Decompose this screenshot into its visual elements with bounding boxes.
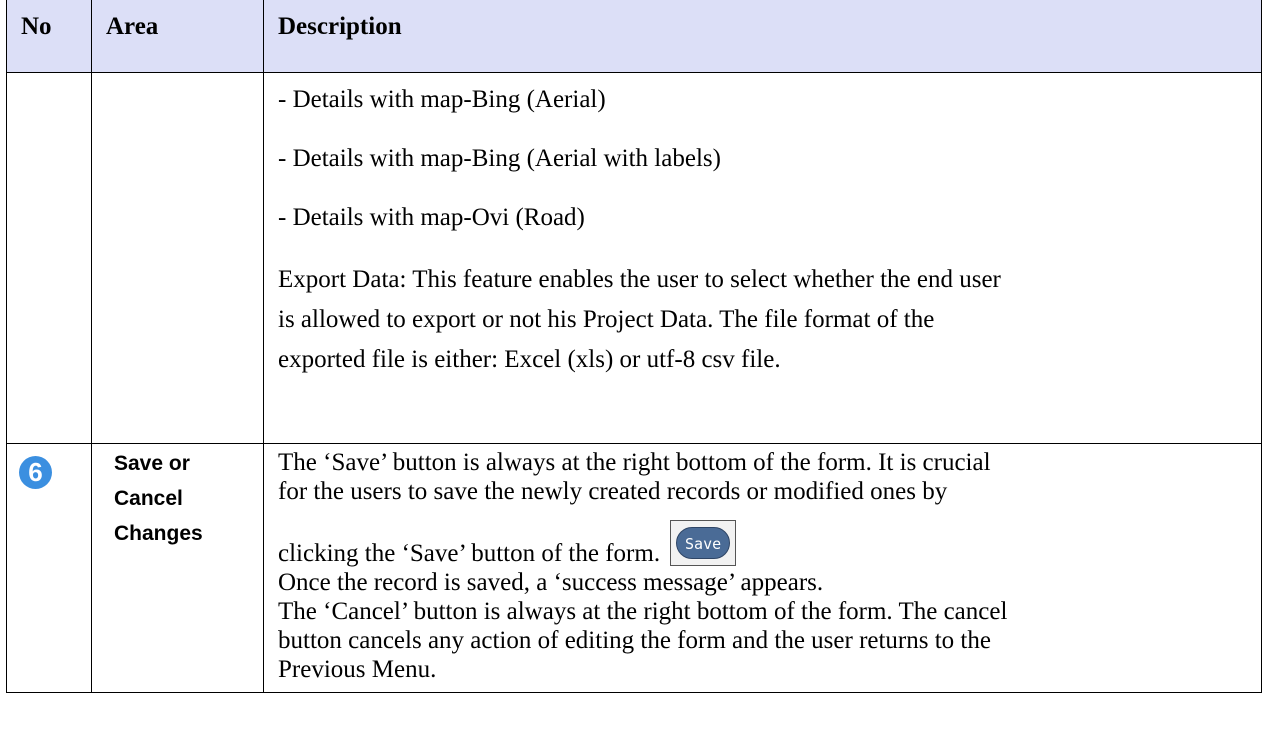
header-area: Area — [91, 0, 264, 73]
save-button: Save — [676, 527, 731, 559]
step-number-badge: 6 — [19, 456, 52, 489]
area-label-line: Save or — [114, 452, 190, 475]
description-line: for the users to save the newly created … — [278, 478, 948, 505]
cell-area-empty — [91, 72, 264, 444]
map-option-line: - Details with map-Bing (Aerial) — [278, 86, 606, 113]
description-line: button cancels any action of editing the… — [278, 627, 991, 654]
cell-area: Save or Cancel Changes — [91, 443, 264, 693]
description-line: clicking the ‘Save’ button of the form. — [278, 540, 661, 567]
cell-no-empty — [6, 72, 92, 444]
table-row: - Details with map-Bing (Aerial) - Detai… — [6, 72, 1262, 444]
export-data-line: Export Data: This feature enables the us… — [278, 266, 1001, 293]
table-row: 6 Save or Cancel Changes The ‘Save’ butt… — [6, 443, 1262, 693]
description-line: The ‘Save’ button is always at the right… — [278, 449, 991, 476]
header-no: No — [6, 0, 92, 73]
table-header-row: No Area Description — [6, 0, 1262, 73]
export-data-line: is allowed to export or not his Project … — [278, 306, 935, 333]
export-data-line: exported file is either: Excel (xls) or … — [278, 346, 781, 373]
description-line: The ‘Cancel’ button is always at the rig… — [278, 598, 1008, 625]
description-table: No Area Description - Details with map-B… — [6, 0, 1262, 693]
cell-description: The ‘Save’ button is always at the right… — [263, 443, 1262, 693]
cell-description: - Details with map-Bing (Aerial) - Detai… — [263, 72, 1262, 444]
description-line: Previous Menu. — [278, 656, 437, 683]
area-label-line: Changes — [114, 522, 203, 545]
map-option-line: - Details with map-Bing (Aerial with lab… — [278, 145, 721, 172]
save-button-image: Save — [670, 520, 737, 566]
map-option-line: - Details with map-Ovi (Road) — [278, 204, 585, 231]
header-description: Description — [263, 0, 1262, 73]
area-label-line: Cancel — [114, 487, 183, 510]
description-line: Once the record is saved, a ‘success mes… — [278, 569, 824, 596]
cell-no: 6 — [6, 443, 92, 693]
save-line: clicking the ‘Save’ button of the form. … — [278, 520, 1251, 568]
